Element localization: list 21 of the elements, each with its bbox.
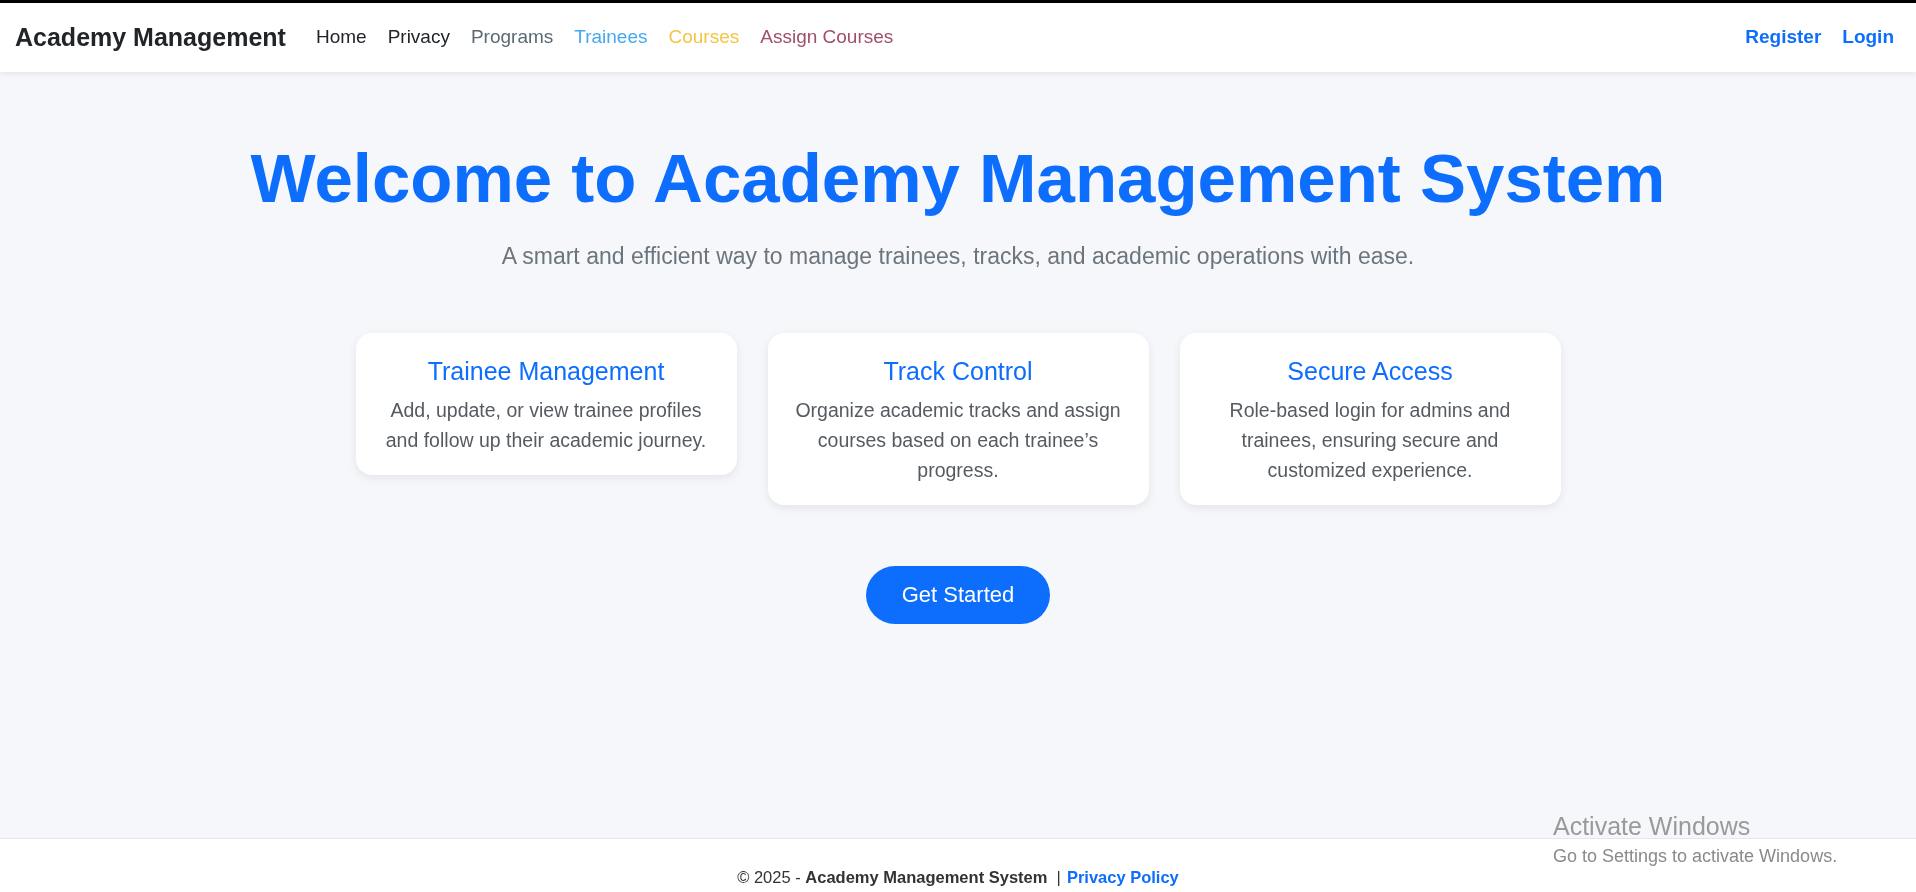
brand-link[interactable]: Academy Management xyxy=(15,18,286,57)
auth-link[interactable]: Register xyxy=(1745,23,1822,52)
feature-title: Secure Access xyxy=(1287,356,1453,388)
feature-title: Trainee Management xyxy=(427,356,665,388)
nav-link[interactable]: Programs xyxy=(470,23,554,52)
feature-description: Add, update, or view trainee profiles and follow up their academic journey. xyxy=(384,397,708,453)
activation-notice-text: Go to Settings to activate Windows. xyxy=(1553,845,1838,868)
auth-link[interactable]: Login xyxy=(1842,23,1894,52)
feature-title: Track Control xyxy=(883,356,1033,388)
activation-notice-title: Activate Windows xyxy=(1553,811,1752,841)
privacy-policy-link[interactable]: Privacy Policy xyxy=(1066,866,1179,888)
feature-description: Organize academic tracks and assign courses based on each trainee’s progress. xyxy=(794,397,1122,483)
hero-title: Welcome to Academy Management System xyxy=(250,139,1666,219)
hero-subtitle: A smart and efficient way to manage trainees, tracks, and academic operations with ease. xyxy=(501,241,1415,271)
copyright-text: © 2025 - Academy Management System | xyxy=(737,867,1061,888)
nav-link[interactable]: Assign Courses xyxy=(760,23,894,52)
nav-link[interactable]: Privacy xyxy=(387,23,450,52)
nav-link[interactable]: Home xyxy=(315,23,367,52)
nav-link[interactable]: Trainees xyxy=(574,23,648,52)
get-started-button[interactable]: Get Started xyxy=(865,565,1051,624)
feature-description: Role-based login for admins and trainees, ensuring secure and customized experience. xyxy=(1228,397,1512,483)
